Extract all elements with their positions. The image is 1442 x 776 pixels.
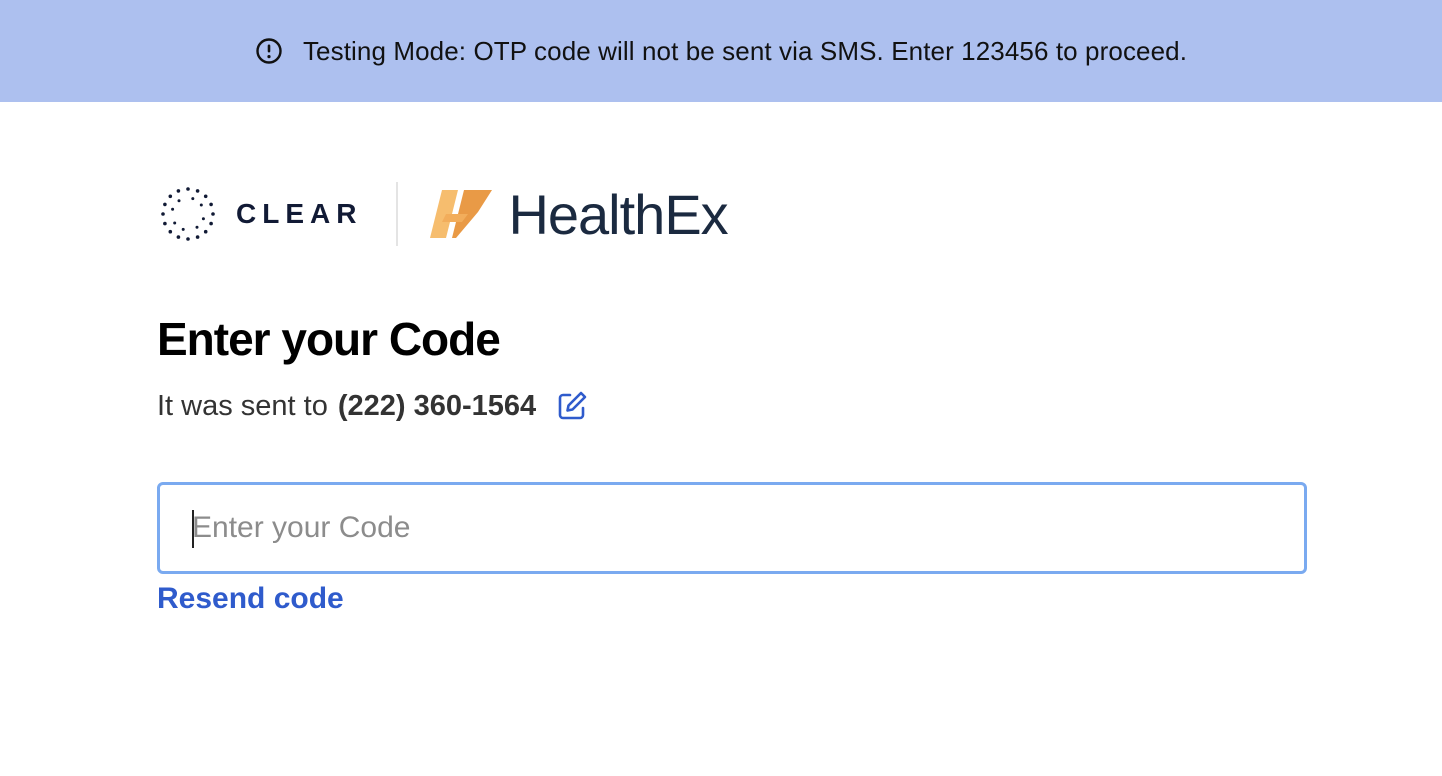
partner-logos: CLEAR HealthEx bbox=[158, 178, 729, 250]
page-title: Enter your Code bbox=[157, 313, 501, 365]
edit-pencil-icon[interactable] bbox=[554, 388, 590, 424]
alert-circle-icon bbox=[256, 38, 282, 64]
clear-dots-logo-icon bbox=[161, 187, 215, 241]
sent-to-label: It was sent to bbox=[157, 389, 328, 422]
sent-to-row: It was sent to (222) 360-1564 bbox=[157, 388, 590, 424]
banner-text: Testing Mode: OTP code will not be sent … bbox=[302, 35, 1188, 66]
logo-divider bbox=[396, 182, 399, 246]
resend-code-link[interactable]: Resend code bbox=[157, 582, 344, 616]
testing-mode-banner: Testing Mode: OTP code will not be sent … bbox=[0, 0, 1442, 102]
healthex-wordmark: HealthEx bbox=[508, 182, 728, 246]
banner-content: Testing Mode: OTP code will not be sent … bbox=[255, 36, 1187, 67]
phone-number: (222) 360-1564 bbox=[337, 389, 537, 422]
healthex-mark-icon bbox=[430, 190, 493, 238]
healthex-logo: HealthEx bbox=[428, 182, 729, 247]
text-caret bbox=[192, 510, 194, 548]
clear-logo: CLEAR bbox=[158, 184, 362, 244]
otp-code-input[interactable] bbox=[157, 482, 1307, 574]
clear-wordmark: CLEAR bbox=[236, 198, 363, 229]
